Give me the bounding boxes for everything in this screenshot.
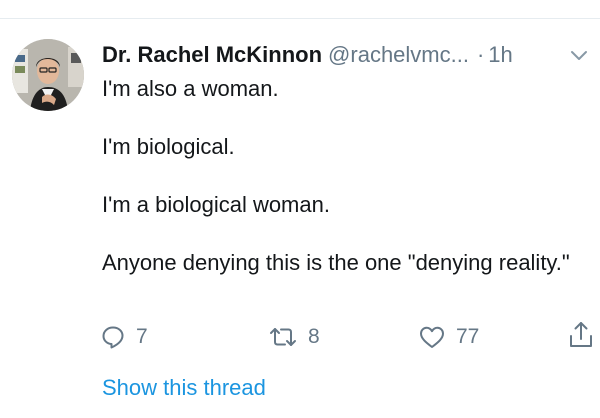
- tweet-menu-button[interactable]: [568, 46, 590, 64]
- separator-dot: ·: [476, 42, 485, 67]
- share-button[interactable]: [568, 321, 594, 349]
- heart-icon: [420, 326, 444, 348]
- tweet-header: Dr. Rachel McKinnon @rachelvmc... · 1h: [102, 40, 582, 70]
- show-thread-link[interactable]: Show this thread: [102, 373, 266, 403]
- tweet-timestamp[interactable]: 1h: [488, 42, 512, 67]
- share-icon: [570, 322, 592, 347]
- reply-icon: [102, 326, 124, 349]
- author-handle[interactable]: @rachelvmc...: [328, 42, 469, 67]
- like-count: 77: [456, 325, 480, 348]
- tweet-paragraph: Anyone denying this is the one "denying …: [102, 250, 570, 275]
- tweet-text: I'm also a woman. I'm biological. I'm a …: [102, 74, 572, 277]
- tweet-paragraph: I'm also a woman.: [102, 76, 279, 101]
- tweet-paragraph: I'm biological.: [102, 134, 235, 159]
- top-divider: [0, 18, 600, 19]
- avatar[interactable]: [12, 39, 84, 111]
- retweet-button[interactable]: 8: [268, 323, 320, 351]
- author-name[interactable]: Dr. Rachel McKinnon: [102, 42, 322, 67]
- retweet-count: 8: [308, 325, 320, 348]
- reply-button[interactable]: 7: [100, 323, 148, 351]
- avatar-photo: [12, 39, 84, 111]
- reply-count: 7: [136, 325, 148, 348]
- like-button[interactable]: 77: [418, 323, 479, 351]
- retweet-icon: [270, 328, 296, 346]
- chevron-down-icon: [571, 51, 587, 60]
- tweet-paragraph: I'm a biological woman.: [102, 192, 330, 217]
